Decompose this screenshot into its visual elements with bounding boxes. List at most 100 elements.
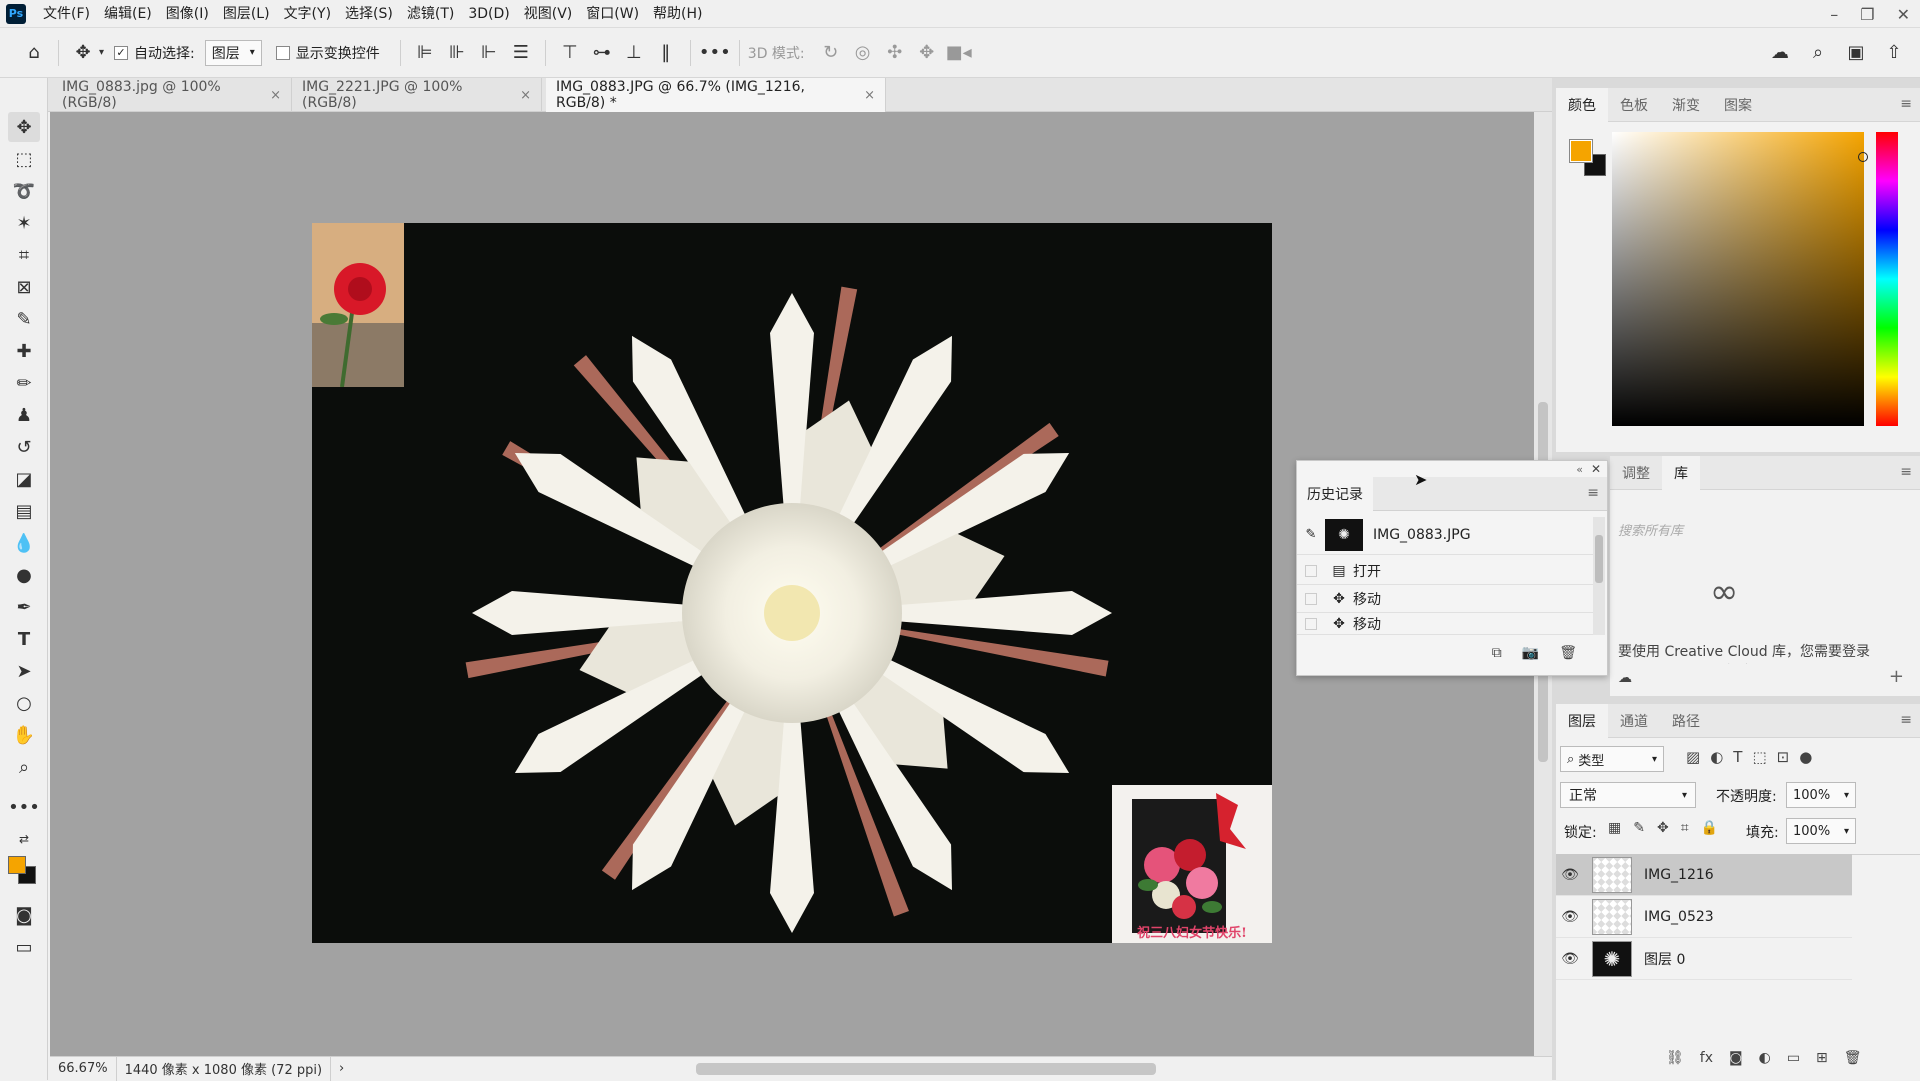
panel-menu-icon[interactable]: ≡ xyxy=(1900,712,1912,728)
tab-layers[interactable]: 图层 xyxy=(1556,703,1608,738)
align-center-icon[interactable]: ⊪ xyxy=(441,37,473,69)
color-swatches[interactable] xyxy=(8,856,40,888)
collapse-icon[interactable]: « xyxy=(1576,463,1583,476)
color-picker-cursor[interactable] xyxy=(1858,152,1868,162)
layer-filter-dropdown[interactable]: ⌕ 类型 ▾ xyxy=(1560,746,1664,772)
tab-paths[interactable]: 路径 xyxy=(1660,704,1712,738)
shape-filter-icon[interactable]: ⬚ xyxy=(1752,748,1766,766)
auto-select-dropdown[interactable]: 图层 ▾ xyxy=(204,39,262,66)
minimize-icon[interactable]: – xyxy=(1830,5,1838,24)
align-top-icon[interactable]: ⊤ xyxy=(554,37,586,69)
history-scrollbar[interactable] xyxy=(1593,517,1605,635)
close-icon[interactable]: ✕ xyxy=(1591,462,1601,476)
menu-image[interactable]: 图像(I) xyxy=(159,0,216,28)
pen-tool-icon[interactable]: ✒ xyxy=(8,592,40,622)
lock-all-icon[interactable]: 🔒 xyxy=(1701,820,1718,836)
lasso-tool-icon[interactable]: ➰ xyxy=(8,176,40,206)
align-bottom-icon[interactable]: ⊥ xyxy=(618,37,650,69)
hand-tool-icon[interactable]: ✋ xyxy=(8,720,40,750)
link-layers-icon[interactable]: ⛓ xyxy=(1666,1050,1684,1066)
delete-layer-icon[interactable]: 🗑 xyxy=(1844,1050,1862,1066)
distribute-icon[interactable]: ☰ xyxy=(505,37,537,69)
foreground-color-swatch[interactable] xyxy=(1569,139,1593,163)
scrollbar-thumb[interactable] xyxy=(1595,535,1603,583)
lock-pixels-icon[interactable]: ✎ xyxy=(1633,820,1645,836)
screen-mode-icon[interactable]: ▭ xyxy=(8,932,40,962)
type-tool-icon[interactable]: T xyxy=(8,624,40,654)
menu-help[interactable]: 帮助(H) xyxy=(646,0,709,28)
close-icon[interactable]: ✕ xyxy=(1897,5,1910,24)
share-icon[interactable]: ⇧ xyxy=(1878,37,1910,69)
layer-name[interactable]: IMG_1216 xyxy=(1644,867,1714,883)
visibility-eye-icon[interactable]: 👁 xyxy=(1556,909,1584,925)
stamp-tool-icon[interactable]: ♟ xyxy=(8,400,40,430)
add-mask-icon[interactable]: ◙ xyxy=(1729,1050,1743,1066)
3d-slide-icon[interactable]: ✥ xyxy=(911,37,943,69)
history-item[interactable]: ✥ 移动 xyxy=(1297,585,1593,613)
close-icon[interactable]: × xyxy=(520,88,531,103)
search-icon[interactable]: ⌕ xyxy=(1802,37,1834,69)
opacity-field[interactable]: 100% ▾ xyxy=(1786,782,1856,808)
type-filter-icon[interactable]: T xyxy=(1733,748,1742,766)
tab-img-0883-active[interactable]: IMG_0883.JPG @ 66.7% (IMG_1216, RGB/8) *… xyxy=(546,78,886,112)
tab-gradients[interactable]: 渐变 xyxy=(1660,88,1712,122)
3d-roll-icon[interactable]: ◎ xyxy=(847,37,879,69)
visibility-eye-icon[interactable]: 👁 xyxy=(1556,867,1584,883)
camera-icon[interactable]: 📷 xyxy=(1522,645,1539,661)
pixel-filter-icon[interactable]: ▨ xyxy=(1686,748,1700,766)
new-document-from-state-icon[interactable]: ⧉ xyxy=(1492,645,1502,661)
tab-color[interactable]: 颜色 xyxy=(1556,87,1608,122)
chevron-right-icon[interactable]: › xyxy=(331,1057,352,1081)
move-tool-icon[interactable]: ✥ xyxy=(67,37,99,69)
eraser-tool-icon[interactable]: ◪ xyxy=(8,464,40,494)
history-item[interactable]: ▤ 打开 xyxy=(1297,557,1593,585)
tab-img-0883[interactable]: IMG_0883.jpg @ 100%(RGB/8) × xyxy=(52,78,292,112)
brush-tool-icon[interactable]: ✏ xyxy=(8,368,40,398)
tab-img-2221[interactable]: IMG_2221.JPG @ 100%(RGB/8) × xyxy=(292,78,542,112)
cloud-user-icon[interactable]: ☁ xyxy=(1764,37,1796,69)
hue-slider[interactable] xyxy=(1876,132,1898,426)
fill-field[interactable]: 100% ▾ xyxy=(1786,818,1856,844)
zoom-tool-icon[interactable]: ⌕ xyxy=(8,752,40,782)
3d-pan-icon[interactable]: ✣ xyxy=(879,37,911,69)
history-checkbox[interactable] xyxy=(1297,564,1325,577)
history-title[interactable]: 历史记录 xyxy=(1297,477,1373,511)
menu-layer[interactable]: 图层(L) xyxy=(216,0,277,28)
history-checkbox[interactable] xyxy=(1297,617,1325,630)
tab-patterns[interactable]: 图案 xyxy=(1712,88,1764,122)
auto-select-checkbox[interactable]: ✓ xyxy=(114,45,129,60)
lock-transparent-icon[interactable]: ▦ xyxy=(1608,820,1621,836)
add-icon[interactable]: + xyxy=(1889,666,1904,687)
panel-menu-icon[interactable]: ≡ xyxy=(1900,464,1912,480)
menu-filter[interactable]: 滤镜(T) xyxy=(400,0,461,28)
adjustment-filter-icon[interactable]: ◐ xyxy=(1710,748,1723,766)
close-icon[interactable]: × xyxy=(864,88,875,103)
swap-colors-icon[interactable]: ⇄ xyxy=(8,824,40,854)
gradient-tool-icon[interactable]: ▤ xyxy=(8,496,40,526)
tab-swatches[interactable]: 色板 xyxy=(1608,88,1660,122)
tab-channels[interactable]: 通道 xyxy=(1608,704,1660,738)
cloud-sync-icon[interactable]: ☁ xyxy=(1618,670,1632,686)
new-group-icon[interactable]: ▭ xyxy=(1787,1050,1800,1066)
history-snapshot[interactable]: ✎ ✺ IMG_0883.JPG xyxy=(1297,515,1593,555)
align-right-icon[interactable]: ⊩ xyxy=(473,37,505,69)
smart-object-filter-icon[interactable]: ⊡ xyxy=(1777,748,1790,766)
align-left-icon[interactable]: ⊫ xyxy=(409,37,441,69)
frame-tool-icon[interactable]: ⊠ xyxy=(8,272,40,302)
layer-row[interactable]: 👁 ✺ 图层 0 xyxy=(1556,938,1852,980)
foreground-color-swatch[interactable] xyxy=(8,856,26,874)
more-tools-icon[interactable]: ••• xyxy=(8,792,40,822)
magic-wand-icon[interactable]: ✶ xyxy=(8,208,40,238)
path-select-icon[interactable]: ➤ xyxy=(8,656,40,686)
menu-edit[interactable]: 编辑(E) xyxy=(97,0,159,28)
menu-select[interactable]: 选择(S) xyxy=(338,0,400,28)
panel-menu-icon[interactable]: ≡ xyxy=(1900,96,1912,112)
ellipse-tool-icon[interactable]: ○ xyxy=(8,688,40,718)
lock-position-icon[interactable]: ✥ xyxy=(1657,820,1669,836)
menu-3d[interactable]: 3D(D) xyxy=(461,0,516,28)
chevron-down-icon[interactable]: ▾ xyxy=(99,47,104,58)
tab-libraries[interactable]: 库 xyxy=(1662,455,1700,490)
eyedropper-icon[interactable]: ✎ xyxy=(8,304,40,334)
menu-file[interactable]: 文件(F) xyxy=(36,0,97,28)
distribute-vertical-icon[interactable]: ‖ xyxy=(650,37,682,69)
